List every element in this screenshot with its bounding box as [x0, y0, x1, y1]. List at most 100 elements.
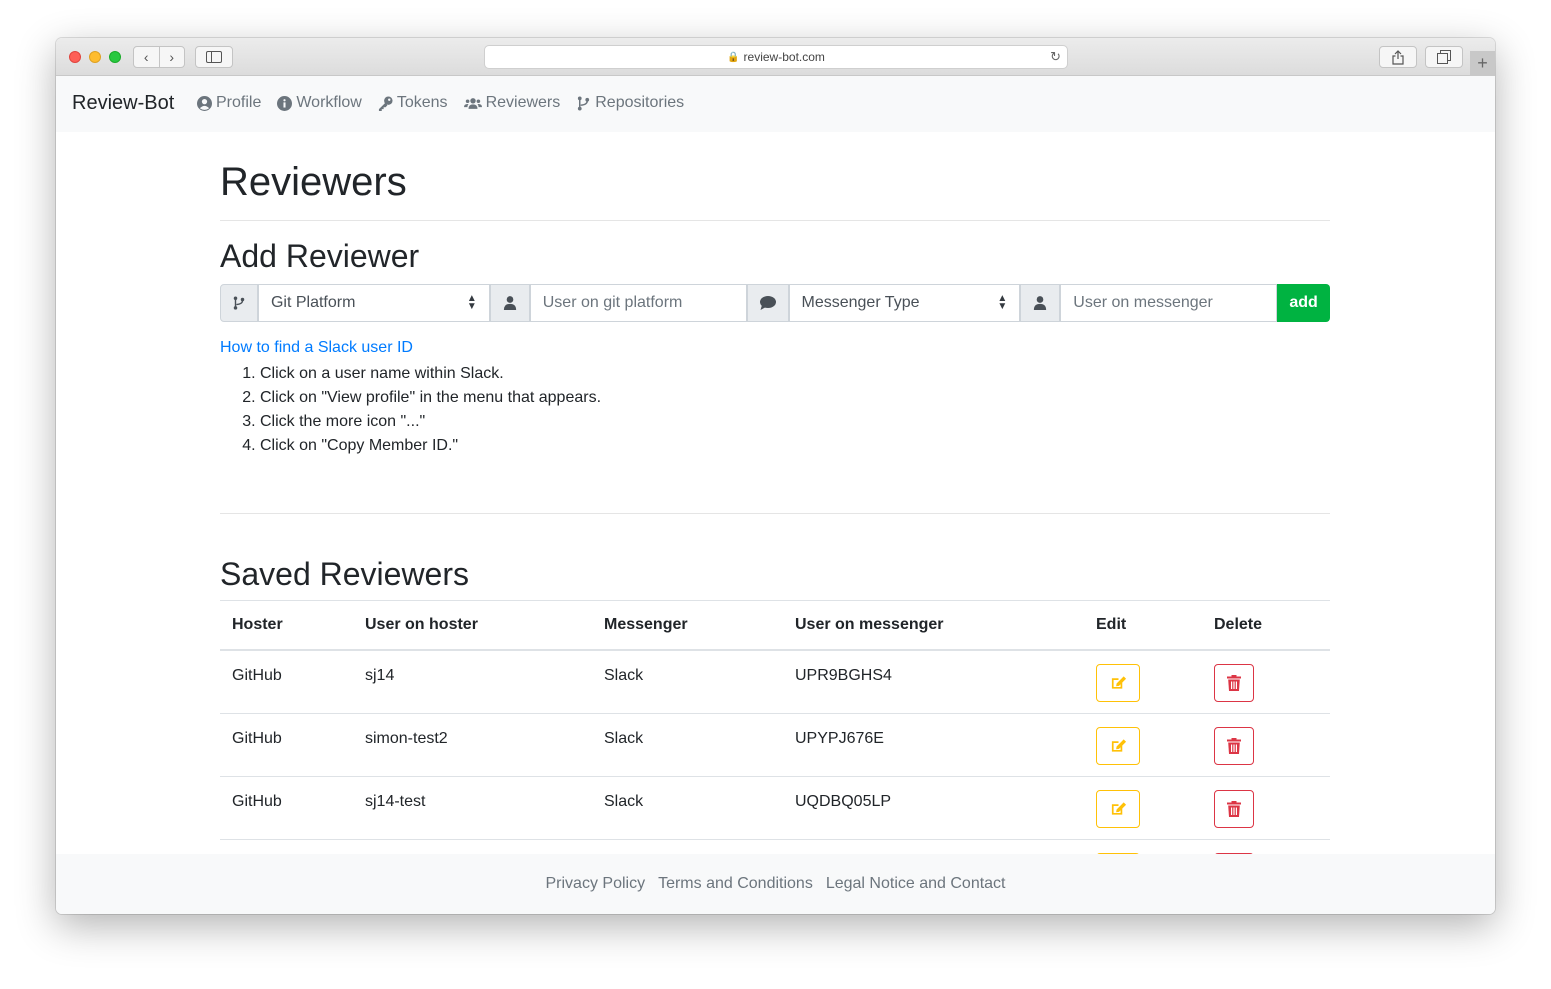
brand-logo[interactable]: Review-Bot [72, 92, 174, 115]
user-icon [1034, 296, 1047, 310]
code-branch-icon [233, 296, 245, 310]
select-caret-icon: ▲ ▼ [466, 293, 477, 312]
message-addon [746, 284, 789, 322]
cell-user-on-hoster: sj14-test [365, 793, 426, 810]
page-footer: Privacy Policy Terms and Conditions Lega… [56, 854, 1495, 914]
reload-icon[interactable]: ↻ [1050, 49, 1061, 65]
url-text: review-bot.com [743, 50, 825, 64]
cell-user-on-hoster: simon-test2 [365, 730, 448, 747]
address-bar[interactable]: 🔒 review-bot.com ↻ [484, 45, 1068, 69]
table-row: GitHub sj14-test Slack UQDBQ05LP [220, 777, 1330, 840]
close-window-button[interactable] [69, 51, 81, 63]
info-circle-icon [277, 95, 293, 111]
cell-hoster: GitHub [232, 793, 282, 810]
delete-button[interactable] [1214, 790, 1254, 828]
browser-window: ‹ › 🔒 review-bot.com ↻ + Review-Bot Prof… [56, 38, 1495, 914]
trash-icon [1227, 675, 1241, 691]
slack-user-id-help-link[interactable]: How to find a Slack user ID [220, 339, 413, 357]
users-icon [463, 97, 482, 109]
git-user-input[interactable]: User on git platform [529, 284, 747, 322]
sidebar-toggle-button[interactable] [195, 46, 233, 68]
nav-link-label: Tokens [396, 94, 448, 111]
cell-hoster: GitHub [232, 667, 282, 684]
trash-icon [1227, 801, 1241, 817]
footer-link-legal-notice[interactable]: Legal Notice and Contact [826, 875, 1006, 893]
cell-user-on-messenger: UPYPJ676E [795, 730, 884, 747]
add-reviewer-button[interactable]: add [1277, 284, 1331, 322]
cell-messenger: Slack [604, 667, 644, 684]
zoom-window-button[interactable] [109, 51, 121, 63]
saved-reviewers-heading: Saved Reviewers [220, 556, 469, 592]
lock-icon: 🔒 [727, 51, 740, 63]
code-branch-icon [578, 95, 590, 111]
git-platform-select[interactable]: Git Platform ▲ ▼ [257, 284, 490, 322]
edit-icon [1111, 739, 1126, 752]
cell-hoster: GitHub [232, 730, 282, 747]
table-header: Hoster User on hoster Messenger User on … [220, 600, 1330, 651]
back-forward-group: ‹ › [133, 46, 185, 68]
help-steps-list: Click on a user name within Slack. Click… [220, 362, 601, 458]
edit-icon [1111, 802, 1126, 815]
user-circle-icon [197, 95, 212, 111]
edit-button[interactable] [1096, 664, 1140, 702]
messenger-type-select[interactable]: Messenger Type ▲ ▼ [788, 284, 1021, 322]
nav-link-label: Repositories [595, 94, 685, 111]
minimize-window-button[interactable] [89, 51, 101, 63]
nav-link-reviewers[interactable]: Reviewers [463, 94, 561, 112]
show-tabs-button[interactable] [1425, 46, 1463, 68]
column-header-edit: Edit [1096, 616, 1127, 633]
edit-icon [1111, 676, 1126, 689]
footer-link-terms[interactable]: Terms and Conditions [658, 875, 813, 893]
trash-icon [1227, 738, 1241, 754]
column-header-hoster: Hoster [232, 616, 283, 633]
table-row: GitHub sj14 Slack UPR9BGHS4 [220, 651, 1330, 714]
cell-edit [1084, 714, 1202, 765]
user-addon [489, 284, 530, 322]
git-branch-addon [220, 284, 258, 322]
cell-delete [1202, 777, 1330, 828]
help-step: Click on "View profile" in the menu that… [260, 386, 601, 410]
edit-button[interactable] [1096, 790, 1140, 828]
delete-button[interactable] [1214, 727, 1254, 765]
column-header-user-on-hoster: User on hoster [365, 616, 478, 633]
messenger-user-placeholder: User on messenger [1073, 294, 1213, 311]
app-navbar: Review-Bot Profile Workflow Tokens Revie… [56, 76, 1495, 132]
cell-delete [1202, 714, 1330, 765]
nav-links: Profile Workflow Tokens Reviewers Reposi… [197, 94, 684, 112]
share-button[interactable] [1379, 46, 1417, 68]
nav-link-label: Reviewers [485, 94, 561, 111]
user-addon [1020, 284, 1061, 322]
nav-link-workflow[interactable]: Workflow [277, 94, 362, 112]
sidebar-icon [206, 51, 222, 63]
nav-link-profile[interactable]: Profile [197, 94, 261, 112]
tabs-icon [1437, 50, 1451, 64]
delete-button[interactable] [1214, 664, 1254, 702]
nav-link-label: Profile [216, 94, 262, 111]
column-header-delete: Delete [1214, 616, 1263, 633]
user-icon [503, 296, 516, 310]
git-user-placeholder: User on git platform [542, 294, 683, 311]
divider [220, 220, 1330, 221]
divider [220, 513, 1330, 514]
git-platform-select-value: Git Platform [270, 294, 356, 311]
cell-user-on-messenger: UQDBQ05LP [795, 793, 892, 810]
footer-link-privacy-policy[interactable]: Privacy Policy [546, 875, 646, 893]
key-icon [378, 95, 393, 111]
column-header-user-on-messenger: User on messenger [795, 616, 944, 633]
nav-link-repositories[interactable]: Repositories [576, 94, 684, 112]
messenger-type-select-value: Messenger Type [801, 294, 920, 311]
add-reviewer-form: Git Platform ▲ ▼ User on git platform Mes… [220, 284, 1331, 322]
help-step: Click on "Copy Member ID." [260, 434, 601, 458]
column-header-messenger: Messenger [604, 616, 688, 633]
new-tab-button[interactable]: + [1470, 51, 1495, 75]
edit-button[interactable] [1096, 727, 1140, 765]
cell-messenger: Slack [604, 730, 644, 747]
browser-titlebar: ‹ › 🔒 review-bot.com ↻ + [56, 38, 1495, 76]
cell-edit [1084, 651, 1202, 702]
table-row: GitHub simon-test2 Slack UPYPJ676E [220, 714, 1330, 777]
forward-arrow-icon[interactable]: › [160, 47, 185, 67]
messenger-user-input[interactable]: User on messenger [1060, 284, 1278, 322]
cell-user-on-messenger: UPR9BGHS4 [795, 667, 892, 684]
back-arrow-icon[interactable]: ‹ [134, 47, 159, 67]
nav-link-tokens[interactable]: Tokens [378, 94, 448, 112]
